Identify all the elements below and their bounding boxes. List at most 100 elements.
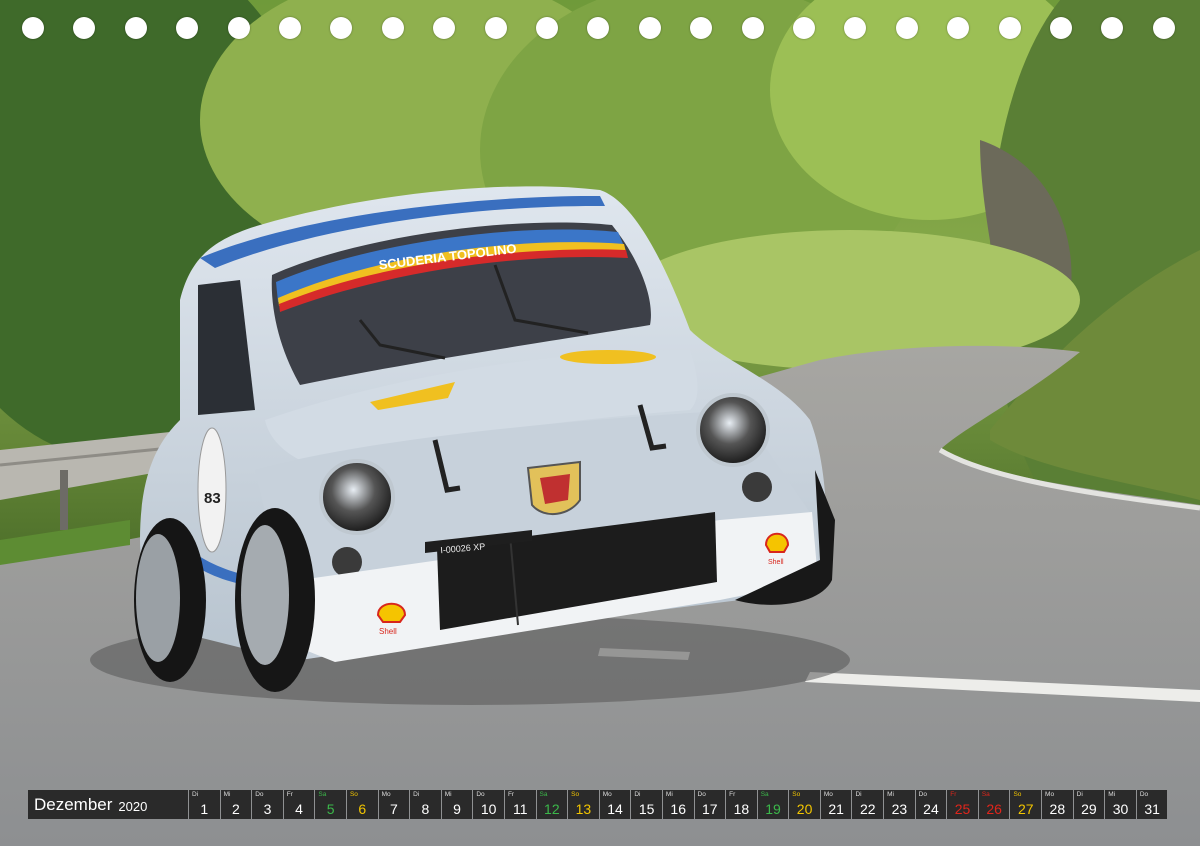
day-number: 28 [1049, 801, 1066, 817]
day-number: 20 [796, 801, 813, 817]
weekday-label: Mi [223, 791, 231, 798]
binding-hole [1101, 17, 1124, 39]
calendar-day: Mi 2 [220, 790, 252, 819]
binding-hole [793, 17, 815, 39]
weekday-label: Mi [887, 791, 894, 798]
weekday-label: Do [255, 791, 264, 798]
weekday-label: Di [855, 791, 862, 798]
weekday-label: Mo [823, 791, 833, 798]
weekday-label: So [571, 791, 580, 798]
day-number: 22 [859, 801, 876, 817]
day-number: 27 [1017, 801, 1034, 817]
day-number: 30 [1112, 801, 1129, 817]
calendar-day: Sa 26 [978, 790, 1010, 819]
day-number: 11 [512, 801, 528, 817]
month-year: 2020 [118, 798, 148, 814]
day-number: 21 [828, 801, 844, 817]
calendar-day: Do 10 [473, 790, 504, 819]
weekday-label: Sa [539, 791, 548, 798]
weekday-label: Mo [381, 791, 391, 798]
day-number: 9 [453, 801, 461, 817]
day-number: 10 [480, 801, 497, 817]
binding-hole [844, 17, 867, 39]
calendar-day: Mo 21 [820, 790, 852, 819]
weekday-label: Fr [950, 791, 957, 798]
weekday-label: Mo [1045, 791, 1055, 798]
binding-hole [227, 17, 250, 39]
binding-hole [895, 17, 918, 39]
day-number: 23 [891, 801, 908, 817]
binding-hole [741, 17, 764, 39]
binding-hole [638, 17, 661, 39]
calendar-day: Di 29 [1073, 790, 1105, 819]
weekday-label: Di [192, 791, 199, 798]
binding-hole [433, 17, 456, 39]
calendar-day: Di 15 [631, 790, 662, 819]
weekday-label: Sa [760, 791, 769, 798]
day-number: 29 [1081, 801, 1097, 817]
day-number: 12 [544, 801, 560, 817]
weekday-label: Mi [444, 791, 452, 798]
day-number: 7 [389, 801, 398, 817]
day-number: 31 [1144, 801, 1160, 817]
calendar-day: So 6 [346, 790, 378, 819]
binding-hole [536, 17, 558, 39]
day-number: 4 [295, 801, 303, 817]
calendar-day: Mo 28 [1042, 790, 1073, 819]
day-number: 18 [733, 801, 750, 817]
calendar-days: Di 1 Mi 2 Do 3 Fr 4 Sa 5 So 6 Mo 7 Di 8 Mi 9 Do 10 Fr 11 Sa 12 S… [189, 790, 1168, 819]
day-number: 8 [421, 801, 430, 817]
calendar-day: Di 8 [410, 790, 441, 819]
day-number: 24 [923, 801, 939, 817]
weekday-label: Do [476, 791, 485, 798]
calendar-day: Sa 19 [757, 790, 789, 819]
weekday-label: So [1013, 791, 1022, 798]
calendar-day: So 13 [568, 790, 599, 819]
calendar-day: Do 17 [694, 790, 726, 819]
race-number-text: 83 [204, 490, 221, 507]
calendar-day: Mi 23 [884, 790, 915, 819]
weekday-label: Do [697, 791, 706, 798]
weekday-label: Di [413, 791, 420, 798]
binding-hole [279, 17, 301, 39]
weekday-label: Mo [602, 791, 612, 798]
weekday-label: Mi [665, 791, 673, 798]
binding-hole [1050, 17, 1072, 39]
binding-hole [176, 17, 199, 39]
calendar-day: Sa 12 [536, 790, 568, 819]
weekday-label: Di [634, 791, 641, 798]
day-number: 1 [200, 801, 209, 817]
calendar-day: Di 22 [852, 790, 884, 819]
day-number: 14 [607, 801, 623, 817]
day-number: 2 [231, 801, 240, 817]
day-number: 6 [358, 801, 367, 817]
weekday-label: Fr [286, 791, 293, 798]
calendar-day: Fr 18 [726, 790, 757, 819]
calendar-day: Do 3 [252, 790, 283, 819]
binding-hole [484, 17, 507, 39]
day-number: 19 [765, 801, 781, 817]
calendar-day: Fr 25 [947, 790, 978, 819]
day-number: 3 [263, 801, 272, 817]
calendar-day: Mo 14 [599, 790, 631, 819]
calendar-day: So 27 [1010, 790, 1042, 819]
calendar-day: So 20 [789, 790, 820, 819]
binding-hole [73, 17, 96, 39]
month-name: Dezember [34, 794, 113, 814]
weekday-label: Sa [318, 791, 327, 798]
weekday-label: Do [918, 791, 927, 798]
binding-hole [1152, 17, 1175, 39]
weekday-label: Fr [729, 791, 736, 798]
race-car-photo: SCUDERIA TOPOLINO I-00026 XP Shell Shell… [0, 0, 1200, 846]
calendar-day: Fr 4 [283, 790, 315, 819]
weekday-label: Mi [1108, 791, 1116, 798]
weekday-label: Di [1076, 791, 1083, 798]
binding-hole [330, 17, 353, 39]
calendar-bar: Dezember 2020 Di 1 Mi 2 Do 3 Fr 4 Sa 5 So 6 Mo 7 Di 8 Mi… [28, 790, 1168, 819]
shell-logo-text-right: Shell [768, 559, 784, 566]
binding-holes [22, 17, 1192, 39]
calendar-day: Sa 5 [315, 790, 346, 819]
day-number: 17 [702, 801, 718, 817]
weekday-label: Do [1139, 791, 1149, 798]
calendar-day: Mi 16 [662, 790, 694, 819]
